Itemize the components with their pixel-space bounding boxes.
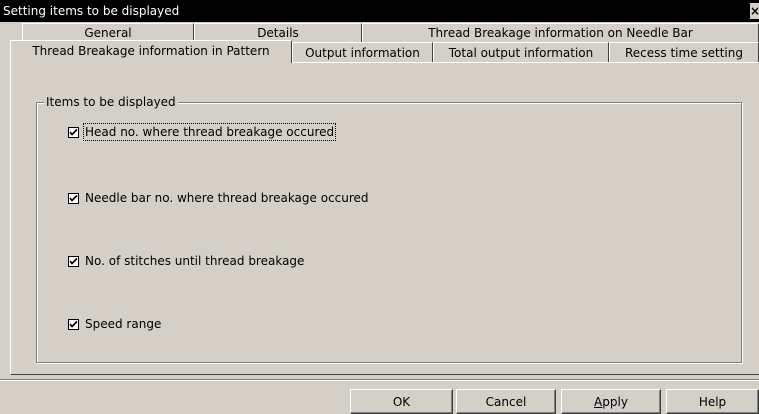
- checkbox-head-no[interactable]: Head no. where thread breakage occured: [68, 123, 337, 141]
- checkbox-checked-icon[interactable]: [68, 318, 79, 330]
- tab-label: Details: [257, 26, 299, 40]
- tab-label: Output information: [305, 46, 420, 60]
- tab-label: Recess time setting: [624, 46, 743, 60]
- checkbox-checked-icon[interactable]: [68, 192, 79, 204]
- tab-label: Thread Breakage information on Needle Ba…: [428, 26, 693, 40]
- bottom-separator: [0, 379, 759, 381]
- tab-total-output-information[interactable]: Total output information: [433, 42, 609, 62]
- tab-label: General: [84, 26, 132, 40]
- window-title: Setting items to be displayed: [3, 4, 180, 18]
- checkbox-label: No. of stitches until thread breakage: [85, 254, 305, 268]
- tab-thread-breakage-pattern[interactable]: Thread Breakage information in Pattern: [10, 40, 292, 63]
- tab-output-information[interactable]: Output information: [292, 42, 433, 62]
- ok-button[interactable]: OK: [350, 389, 453, 414]
- tab-thread-breakage-needle-bar[interactable]: Thread Breakage information on Needle Ba…: [362, 23, 759, 42]
- checkbox-label: Speed range: [85, 317, 162, 331]
- checkbox-speed-range[interactable]: Speed range: [68, 317, 161, 331]
- checkbox-needle-bar-no[interactable]: Needle bar no. where thread breakage occ…: [68, 191, 369, 205]
- checkbox-label: Head no. where thread breakage occured: [82, 123, 337, 141]
- help-button[interactable]: Help: [666, 389, 759, 414]
- checkbox-label: Needle bar no. where thread breakage occ…: [85, 191, 369, 205]
- checkbox-stitches-until-breakage[interactable]: No. of stitches until thread breakage: [68, 254, 304, 268]
- apply-button[interactable]: Apply: [561, 389, 661, 414]
- close-icon[interactable]: ×: [750, 3, 759, 19]
- cancel-button[interactable]: Cancel: [456, 389, 556, 414]
- tab-label: Thread Breakage information in Pattern: [32, 44, 270, 58]
- checkbox-checked-icon[interactable]: [68, 255, 79, 267]
- groupbox-title: Items to be displayed: [44, 95, 178, 109]
- tab-label: Total output information: [448, 46, 594, 60]
- checkbox-checked-icon[interactable]: [68, 126, 79, 138]
- tab-recess-time-setting[interactable]: Recess time setting: [609, 42, 759, 62]
- title-bar: Setting items to be displayed ×: [0, 0, 759, 22]
